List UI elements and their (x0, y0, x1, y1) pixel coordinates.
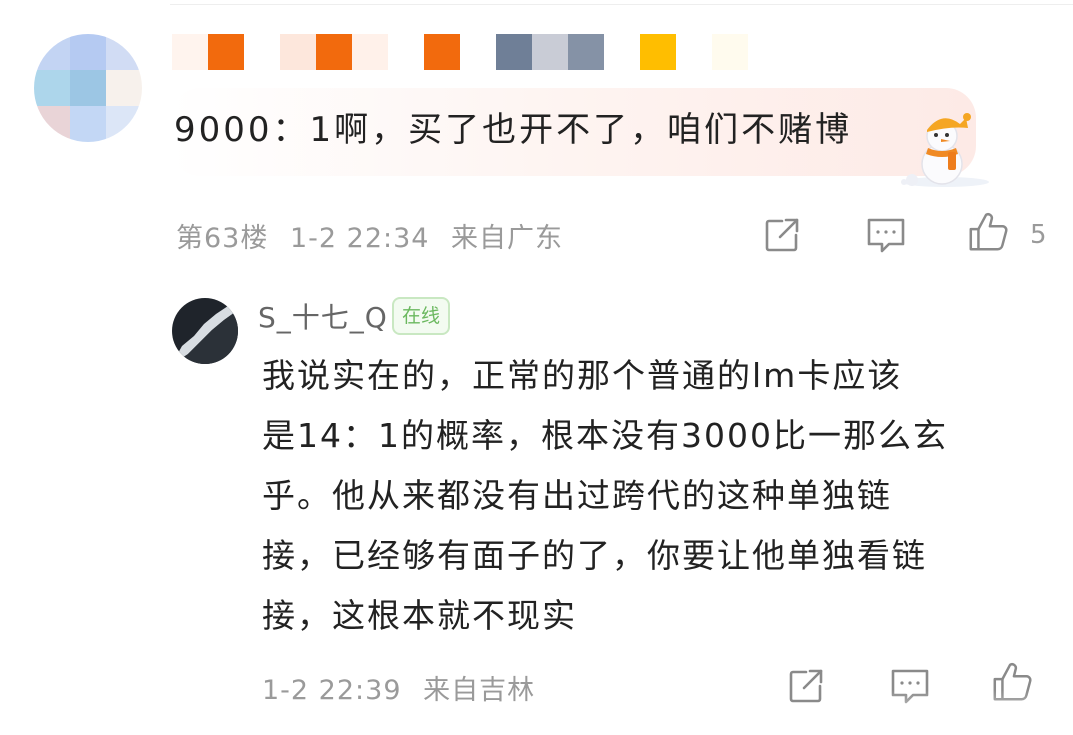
divider (170, 4, 1073, 5)
reply-location: 来自吉林 (423, 675, 536, 706)
like-button[interactable] (966, 210, 1010, 254)
comment-time: 1-2 22:34 (289, 223, 430, 254)
comment-thread: 9000：1啊，买了也开不了，咱们不赌博 第63楼 1-2 22:34 来自广东… (0, 0, 1073, 735)
reply-text-line: 接，这根本就不现实 (262, 596, 577, 635)
avatar[interactable] (34, 34, 142, 142)
comment-location: 来自广东 (451, 223, 564, 254)
comment-icon (867, 218, 905, 253)
watermark-fade (880, 690, 1073, 735)
online-badge: 在线 (392, 297, 451, 335)
reply-username[interactable]: S_十七_Q (258, 298, 388, 338)
reply-text-line: 是14：1的概率，根本没有3000比一那么玄 (262, 416, 948, 455)
username-pixelated[interactable] (172, 34, 748, 70)
like-count: 5 (1030, 220, 1047, 250)
comment-meta: 第63楼 1-2 22:34 来自广东 (176, 216, 575, 255)
reply-text-line: 我说实在的，正常的那个普通的lm卡应该 (262, 356, 903, 395)
comment-button[interactable] (864, 213, 908, 257)
share-icon (789, 669, 823, 703)
reply-meta: 1-2 22:39 来自吉林 (262, 668, 547, 707)
snowman-decoration (901, 113, 989, 187)
reply-avatar[interactable] (172, 298, 238, 364)
reply-text-line: 乎。他从来都没有出过跨代的这种单独链 (262, 476, 892, 515)
floor-number: 第63楼 (176, 223, 269, 254)
reply-share-button[interactable] (784, 664, 828, 708)
reply-text-line: 接，已经够有面子的了，你要让他单独看链 (262, 536, 927, 575)
share-icon (765, 218, 799, 252)
avatar-image (172, 298, 238, 364)
reply-time: 1-2 22:39 (262, 675, 402, 706)
reply-text: 我说实在的，正常的那个普通的lm卡应该 是14：1的概率，根本没有3000比一那… (262, 346, 1052, 646)
comment-text: 9000：1啊，买了也开不了，咱们不赌博 (174, 110, 853, 150)
share-button[interactable] (760, 213, 804, 257)
thumbs-up-icon (969, 213, 1008, 251)
